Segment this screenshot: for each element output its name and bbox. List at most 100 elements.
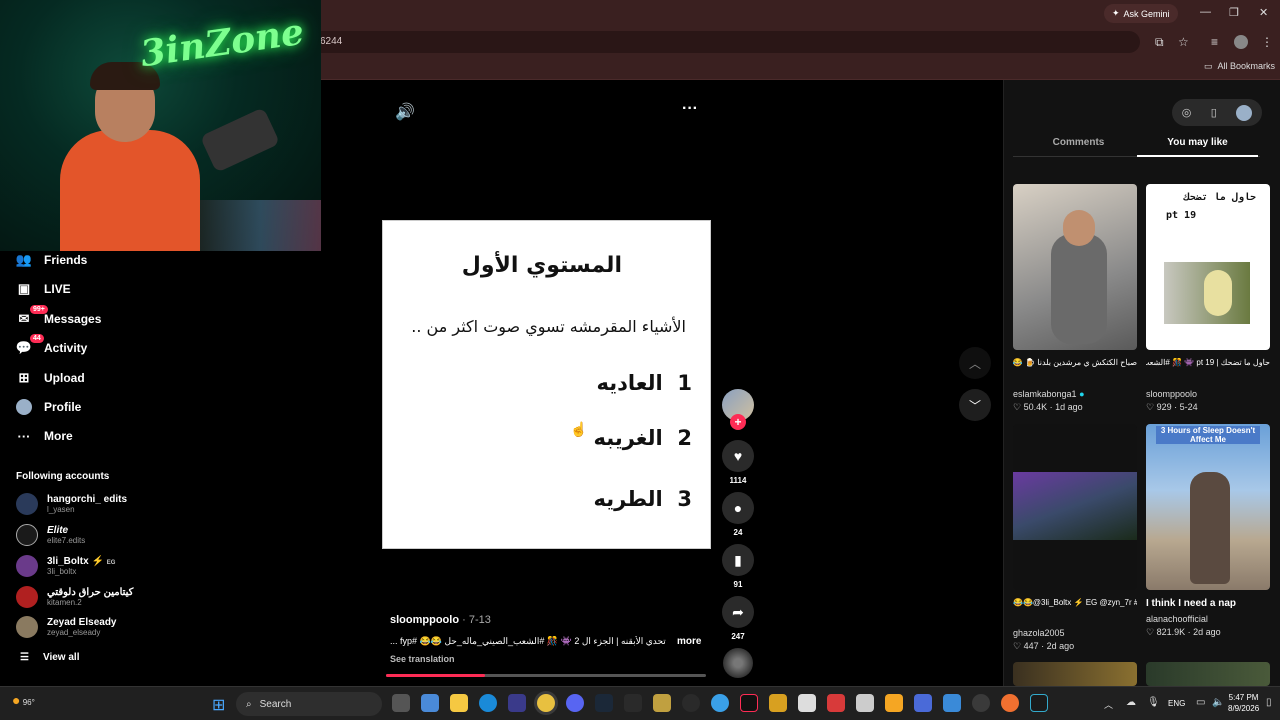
follow-plus-icon[interactable]: + (730, 414, 746, 430)
share-button[interactable]: ➦ (722, 596, 754, 628)
browser-profile-avatar[interactable] (1234, 35, 1248, 49)
notepad-icon[interactable] (943, 694, 961, 712)
music-disc-icon[interactable] (723, 648, 753, 678)
volume-icon[interactable]: 🔈 (1212, 697, 1224, 708)
sidebar-item-friends[interactable]: 👥 Friends (16, 252, 87, 268)
video-thumbnail[interactable] (1013, 184, 1137, 350)
like-button[interactable]: ♥ (722, 440, 754, 472)
see-translation-link[interactable]: See translation (390, 654, 455, 664)
store-icon[interactable] (508, 694, 526, 712)
app-icon[interactable] (798, 694, 816, 712)
blender-icon[interactable] (885, 694, 903, 712)
app-icon[interactable] (827, 694, 845, 712)
following-account[interactable]: Zeyad Elseady zeyad_elseady (16, 616, 116, 638)
chrome-icon[interactable] (537, 694, 555, 712)
network-icon[interactable]: ☁ (1126, 697, 1136, 708)
file-explorer-icon[interactable] (450, 694, 468, 712)
phone-icon[interactable]: ▯ (1211, 106, 1217, 119)
sidebar-item-activity[interactable]: 💬 44 Activity (16, 334, 87, 356)
card-author[interactable]: eslamkabonga1 ● (1013, 389, 1085, 399)
nvidia-icon[interactable] (624, 694, 642, 712)
taskbar-search[interactable]: ⌕ Search (236, 692, 382, 716)
video-thumbnail[interactable] (1013, 424, 1137, 590)
following-account[interactable]: Elite elite7.edits (16, 524, 85, 546)
sidebar-item-profile[interactable]: Profile (16, 399, 81, 415)
all-bookmarks-button[interactable]: ▭ All Bookmarks (1204, 61, 1275, 72)
app-icon[interactable] (972, 694, 990, 712)
video-progress-bar[interactable] (386, 674, 706, 677)
friends-icon: 👥 (15, 252, 33, 267)
next-video-button[interactable]: ﹀ (959, 389, 991, 421)
app-icon[interactable] (769, 694, 787, 712)
weather-widget[interactable]: ● 96° (12, 692, 35, 708)
bookmark-star-icon[interactable]: ☆ (1178, 35, 1189, 49)
card-title[interactable]: I think I need a nap (1146, 598, 1270, 609)
heart-icon: ♡ (1013, 641, 1022, 651)
install-app-icon[interactable]: ⧉ (1155, 35, 1164, 50)
caption-more-link[interactable]: more (677, 636, 701, 647)
chevron-up-icon[interactable]: ︿ (1104, 698, 1113, 711)
notifications-icon[interactable]: ▯ (1266, 697, 1272, 708)
restore-icon[interactable]: ❐ (1229, 6, 1239, 19)
card-author[interactable]: ghazola2005 (1013, 628, 1065, 638)
close-icon[interactable]: ✕ (1259, 6, 1268, 19)
video-player[interactable]: المستوي الأول الأشياء المقرمشه تسوي صوت … (382, 220, 711, 549)
video-thumbnail[interactable] (1146, 662, 1270, 686)
language-indicator[interactable]: ENG (1168, 699, 1185, 708)
heart-icon: ♥ (733, 448, 743, 464)
ask-gemini-button[interactable]: ✦ Ask Gemini (1104, 4, 1178, 23)
rockstar-icon[interactable] (653, 694, 671, 712)
app-icon[interactable] (711, 694, 729, 712)
following-account[interactable]: كيتامين حراق دلوقتي kitamen.2 (16, 586, 133, 608)
steam-icon[interactable] (595, 694, 613, 712)
more-options-icon[interactable]: ··· (682, 100, 698, 118)
user-avatar[interactable] (1236, 104, 1253, 121)
sidebar-item-label: Friends (44, 253, 88, 267)
tab-you-may-like[interactable]: You may like (1137, 137, 1258, 148)
tiktok-icon[interactable] (740, 694, 758, 712)
media-controls-icon[interactable]: ≡ (1211, 35, 1218, 49)
sidebar-item-live[interactable]: ▣ LIVE (16, 281, 71, 297)
previous-video-button[interactable]: ︿ (959, 347, 991, 379)
edge-icon[interactable] (479, 694, 497, 712)
video-thumbnail[interactable]: 3 Hours of Sleep Doesn't Affect Me (1146, 424, 1270, 590)
minimize-icon[interactable]: — (1200, 6, 1211, 18)
save-button[interactable]: ▮ (722, 544, 754, 576)
card-title[interactable]: 😂😂@3li_Boltx ⚡ EG @zyn_7r # الفاف_بوالكس… (1013, 598, 1137, 607)
card-likes: 821.9K (1156, 627, 1186, 637)
video-thumbnail[interactable] (1013, 662, 1137, 686)
card-title[interactable]: حاول ما تضحك | pt 19 👾 🎊 #الشعب_الصيني_م… (1146, 358, 1270, 367)
view-all-button[interactable]: ☰ View all (20, 652, 79, 663)
sidebar-item-more[interactable]: ··· More (16, 428, 73, 444)
app-icon[interactable] (1001, 694, 1019, 712)
card-title[interactable]: صباح الكتكش ي مرشدين بلدنا 🍺 😂 #كابونجا … (1013, 358, 1137, 367)
thumbnail-figure (1204, 270, 1232, 316)
windows-start-icon[interactable]: ⊞ (212, 695, 225, 715)
sidebar-item-upload[interactable]: ⊞ Upload (16, 370, 85, 386)
compass-icon[interactable]: ◎ (1182, 106, 1192, 119)
card-date: 2d ago (1193, 627, 1221, 637)
comment-button[interactable]: ● (722, 492, 754, 524)
video-author[interactable]: sloomppoolo · 7-13 (390, 614, 491, 626)
card-likes: 447 (1023, 641, 1039, 651)
app-icon[interactable] (1030, 694, 1048, 712)
tab-comments[interactable]: Comments (1020, 137, 1137, 148)
card-author[interactable]: sloomppoolo (1146, 389, 1197, 399)
volume-icon[interactable]: 🔊 (395, 102, 415, 122)
sidebar-item-messages[interactable]: ✉ 99+ Messages (16, 305, 101, 327)
taskbar-clock[interactable]: 5:47 PM 8/9/2026 (1228, 692, 1259, 714)
url-field[interactable] (280, 31, 1140, 53)
browser-menu-icon[interactable]: ⋮ (1261, 35, 1273, 49)
task-view-icon[interactable] (392, 694, 410, 712)
github-icon[interactable] (682, 694, 700, 712)
discord-icon[interactable] (566, 694, 584, 712)
microphone-icon[interactable]: 🎙 (1147, 697, 1160, 708)
display-icon[interactable]: ▭ (1196, 697, 1205, 708)
card-author[interactable]: alanachoofficial (1146, 614, 1208, 624)
following-account[interactable]: hangorchi_ edits l_yasen (16, 493, 127, 515)
app-icon[interactable] (856, 694, 874, 712)
copilot-icon[interactable] (421, 694, 439, 712)
video-thumbnail[interactable]: حاول ما تضحك pt 19 (1146, 184, 1270, 350)
following-account[interactable]: 3li_Boltx ⚡ EG 3li_boltx (16, 555, 115, 577)
app-icon[interactable] (914, 694, 932, 712)
